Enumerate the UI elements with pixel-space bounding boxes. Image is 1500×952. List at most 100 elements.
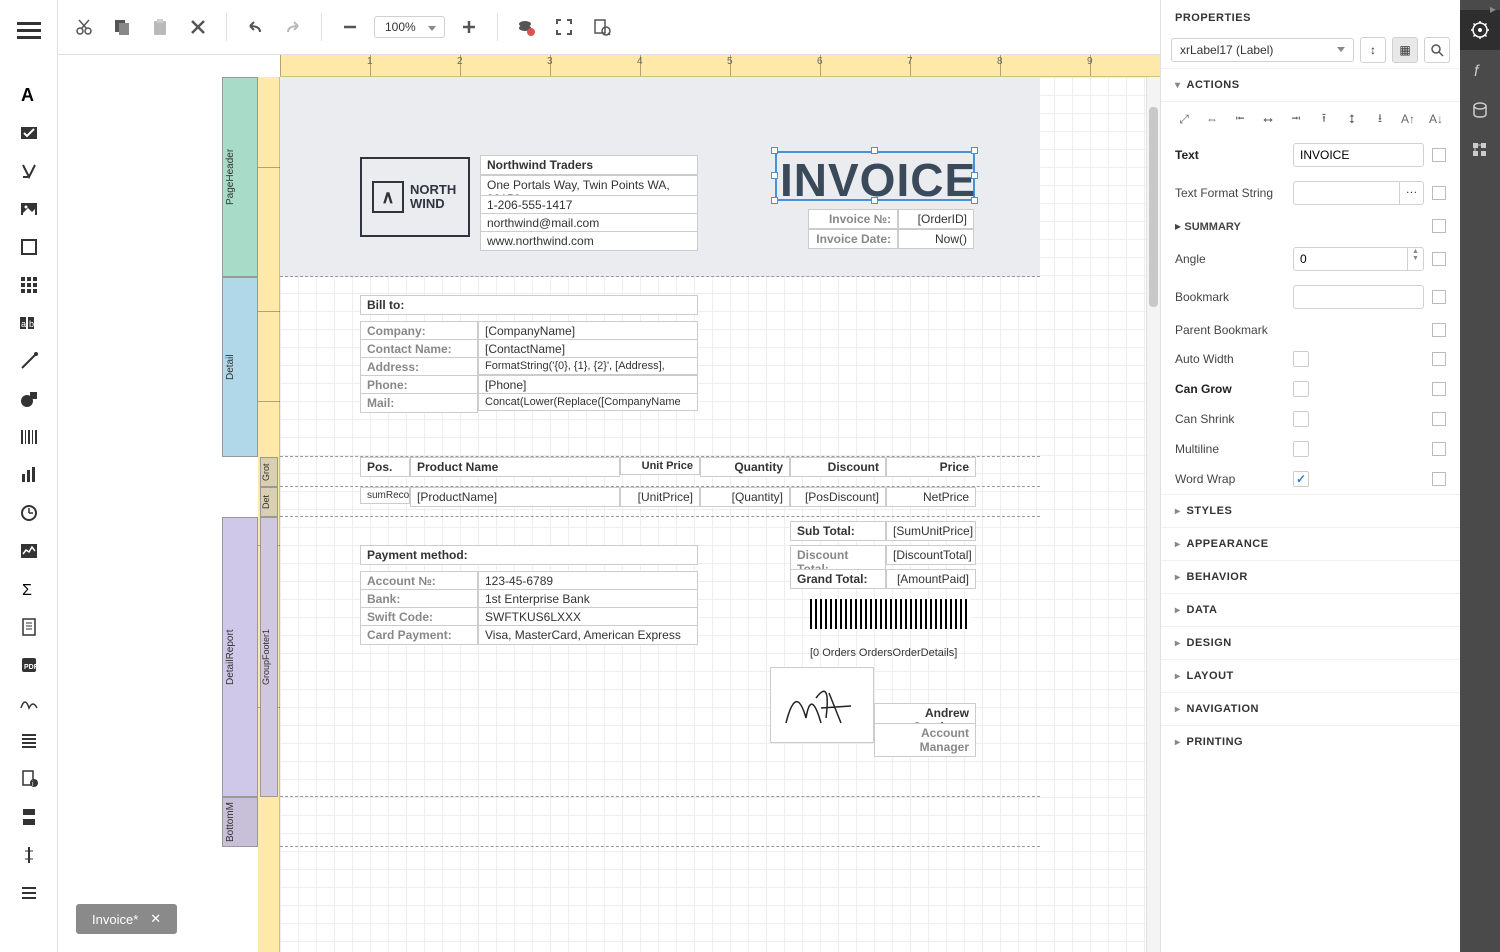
prop-text-input[interactable]	[1293, 143, 1424, 167]
fit-bounds-h-icon[interactable]: ⇔	[1203, 110, 1221, 128]
zoom-out-button[interactable]	[336, 13, 364, 41]
align-top-icon[interactable]: ⭱	[1315, 110, 1333, 128]
invoice-no-label[interactable]: Invoice №:	[808, 209, 898, 229]
fit-bounds-icon[interactable]: ⤢	[1175, 110, 1193, 128]
search-button[interactable]	[1424, 37, 1450, 63]
copy-button[interactable]	[108, 13, 136, 41]
row-product[interactable]: [ProductName]	[410, 487, 620, 507]
tool-line[interactable]	[16, 348, 42, 374]
row-discount[interactable]: [PosDiscount]	[790, 487, 886, 507]
billto-phone-value[interactable]: [Phone]	[478, 375, 698, 395]
paste-button[interactable]	[146, 13, 174, 41]
group-layout[interactable]: LAYOUT	[1161, 659, 1460, 692]
scrollbar-vertical[interactable]	[1146, 77, 1160, 952]
align-middle-icon[interactable]: ⭥	[1343, 110, 1361, 128]
fullscreen-button[interactable]	[550, 13, 578, 41]
payment-card-label[interactable]: Card Payment:	[360, 625, 478, 645]
zoom-in-button[interactable]	[455, 13, 483, 41]
scripts-button[interactable]	[588, 13, 616, 41]
col-discount[interactable]: Discount	[790, 457, 886, 477]
payment-account-value[interactable]: 123-45-6789	[478, 571, 698, 591]
signature-title[interactable]: Account Manager	[874, 723, 976, 757]
barcode-text[interactable]: [0 Orders OrdersOrderDetails]	[810, 647, 957, 659]
band-bottommargin[interactable]: BottomM	[222, 797, 258, 847]
group-summary[interactable]: SUMMARY	[1184, 221, 1240, 233]
zoom-select[interactable]: 100%	[374, 16, 445, 38]
prop-parentbookmark-select[interactable]	[1293, 326, 1424, 334]
invoice-date-value[interactable]: Now()	[898, 229, 974, 249]
subband-groupheader[interactable]: Grot	[260, 457, 278, 487]
group-design[interactable]: DESIGN	[1161, 626, 1460, 659]
prop-cangrow-checkbox[interactable]	[1293, 381, 1309, 397]
payment-swift-label[interactable]: Swift Code:	[360, 607, 478, 627]
billto-mail-label[interactable]: Mail:	[360, 393, 478, 413]
invoice-title-label[interactable]: INVOICE	[775, 151, 975, 201]
reportexplorer-rail-button[interactable]	[1460, 130, 1500, 170]
group-printing[interactable]: PRINTING	[1161, 725, 1460, 758]
subtotal-value[interactable]: [SumUnitPrice]	[886, 521, 976, 541]
collapse-chevron-icon[interactable]: ▸	[1490, 2, 1496, 16]
align-bottom-icon[interactable]: ⭳	[1371, 110, 1389, 128]
prop-cangrow-marker[interactable]	[1432, 382, 1446, 396]
subtotal-label[interactable]: Sub Total:	[790, 521, 886, 541]
prop-text-marker[interactable]	[1432, 148, 1446, 162]
group-actions[interactable]: ACTIONS	[1161, 68, 1460, 101]
prop-textformat-input[interactable]	[1294, 182, 1399, 204]
row-unitprice[interactable]: [UnitPrice]	[620, 487, 700, 507]
col-unitprice[interactable]: Unit Price	[620, 457, 700, 475]
subband-detail[interactable]: Det	[260, 487, 278, 517]
signature-image[interactable]	[770, 667, 874, 743]
prop-multiline-marker[interactable]	[1432, 442, 1446, 456]
cut-button[interactable]	[70, 13, 98, 41]
tool-picturebox[interactable]	[16, 196, 42, 222]
tool-sparkline[interactable]	[16, 538, 42, 564]
tool-table[interactable]	[16, 272, 42, 298]
row-pos[interactable]: sumRecordNumber	[360, 487, 410, 504]
size-dec-icon[interactable]: A↓	[1427, 110, 1445, 128]
redo-button[interactable]	[279, 13, 307, 41]
prop-textformat-ellipsis[interactable]: …	[1399, 182, 1423, 204]
billto-contact-value[interactable]: [ContactName]	[478, 339, 698, 359]
prop-bookmark-marker[interactable]	[1432, 290, 1446, 304]
col-price[interactable]: Price	[886, 457, 976, 477]
tool-shape[interactable]	[16, 386, 42, 412]
prop-textformat-marker[interactable]	[1432, 186, 1446, 200]
row-qty[interactable]: [Quantity]	[700, 487, 790, 507]
tool-richtext[interactable]	[16, 158, 42, 184]
validate-button[interactable]	[512, 13, 540, 41]
billto-mail-value[interactable]: Concat(Lower(Replace([CompanyName	[478, 393, 698, 411]
tool-charactercomb[interactable]: ab	[16, 310, 42, 336]
prop-canshrink-marker[interactable]	[1432, 412, 1446, 426]
align-center-icon[interactable]: ⭤	[1259, 110, 1277, 128]
group-appearance[interactable]: APPEARANCE	[1161, 527, 1460, 560]
payment-bank-value[interactable]: 1st Enterprise Bank	[478, 589, 698, 609]
size-inc-icon[interactable]: A↑	[1399, 110, 1417, 128]
prop-canshrink-checkbox[interactable]	[1293, 411, 1309, 427]
prop-angle-marker[interactable]	[1432, 252, 1446, 266]
prop-bookmark-input[interactable]	[1293, 285, 1424, 309]
group-behavior[interactable]: BEHAVIOR	[1161, 560, 1460, 593]
tool-barcode[interactable]	[16, 424, 42, 450]
billto-company-value[interactable]: [CompanyName]	[478, 321, 698, 341]
tool-pivotgrid[interactable]: Σ	[16, 576, 42, 602]
company-name[interactable]: Northwind Traders	[480, 155, 698, 175]
fieldlist-rail-button[interactable]	[1460, 90, 1500, 130]
undo-button[interactable]	[241, 13, 269, 41]
tool-crossbandline[interactable]	[16, 842, 42, 868]
prop-summary-marker[interactable]	[1432, 219, 1446, 233]
group-styles[interactable]: STYLES	[1161, 494, 1460, 527]
prop-angle-input[interactable]	[1294, 248, 1407, 270]
company-web[interactable]: www.northwind.com	[480, 231, 698, 251]
prop-wordwrap-marker[interactable]	[1432, 472, 1446, 486]
billto-phone-label[interactable]: Phone:	[360, 375, 478, 395]
tool-crossbandbox[interactable]	[16, 880, 42, 906]
grandtotal-value[interactable]: [AmountPaid]	[886, 569, 976, 589]
design-surface[interactable]: ∧ NORTHWIND Northwind Traders One Portal…	[280, 77, 1160, 952]
billto-heading[interactable]: Bill to:	[360, 295, 698, 315]
report-tab[interactable]: Invoice* ✕	[76, 904, 177, 934]
billto-address-label[interactable]: Address:	[360, 357, 478, 377]
tool-pageinfo[interactable]: i	[16, 766, 42, 792]
prop-wordwrap-checkbox[interactable]: ✓	[1293, 471, 1309, 487]
tool-label[interactable]: A	[16, 82, 42, 108]
grandtotal-label[interactable]: Grand Total:	[790, 569, 886, 589]
